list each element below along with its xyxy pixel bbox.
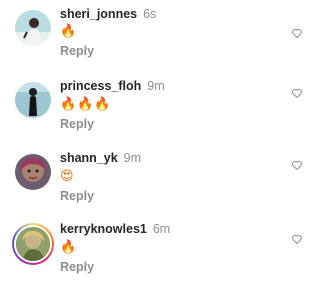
heart-outline-icon[interactable] xyxy=(291,87,303,99)
heart-outline-icon[interactable] xyxy=(291,27,303,39)
reply-button[interactable]: Reply xyxy=(60,189,94,203)
comment-item: sheri_jonnes 6s 🔥 Reply xyxy=(0,0,300,70)
timestamp: 9m xyxy=(147,79,165,93)
username[interactable]: sheri_jonnes xyxy=(60,7,137,21)
comment-header: shann_yk 9m xyxy=(60,149,141,167)
timestamp: 6s xyxy=(143,7,157,21)
avatar[interactable] xyxy=(15,154,51,190)
heart-outline-icon[interactable] xyxy=(291,233,303,245)
avatar-photo xyxy=(15,10,51,46)
avatar[interactable] xyxy=(15,10,51,46)
reply-button[interactable]: Reply xyxy=(60,117,94,131)
comment-header: princess_floh 9m xyxy=(60,77,165,95)
avatar-photo xyxy=(16,227,50,261)
comment-text: 🔥🔥🔥 xyxy=(60,96,112,111)
comment-text: 🔥 xyxy=(60,239,78,254)
heart-outline-icon[interactable] xyxy=(291,159,303,171)
timestamp: 6m xyxy=(152,222,171,236)
comment-header: sheri_jonnes 6s xyxy=(60,5,156,23)
reply-button[interactable]: Reply xyxy=(60,260,94,274)
avatar xyxy=(14,225,52,263)
comment-text: 🔥 xyxy=(60,23,78,38)
username[interactable]: princess_floh xyxy=(60,79,141,93)
comment-item: shann_yk 9m 😍 Reply xyxy=(0,146,300,216)
username[interactable]: shann_yk xyxy=(60,151,118,165)
reply-button[interactable]: Reply xyxy=(60,44,94,58)
comment-item: kerryknowles1 6m 🔥 Reply xyxy=(0,216,300,286)
username[interactable]: kerryknowles1 xyxy=(60,222,147,236)
comment-item: princess_floh 9m 🔥🔥🔥 Reply xyxy=(0,70,300,140)
avatar-photo xyxy=(15,154,51,190)
comment-header: kerryknowles1 6m xyxy=(60,220,170,238)
avatar-story-ring[interactable] xyxy=(12,223,54,265)
comment-text: 😍 xyxy=(60,168,75,183)
timestamp: 9m xyxy=(123,151,142,165)
avatar[interactable] xyxy=(15,82,51,118)
avatar-photo xyxy=(15,82,51,118)
comment-list: sheri_jonnes 6s 🔥 Reply princess_floh 9m 🔥… xyxy=(0,0,303,286)
